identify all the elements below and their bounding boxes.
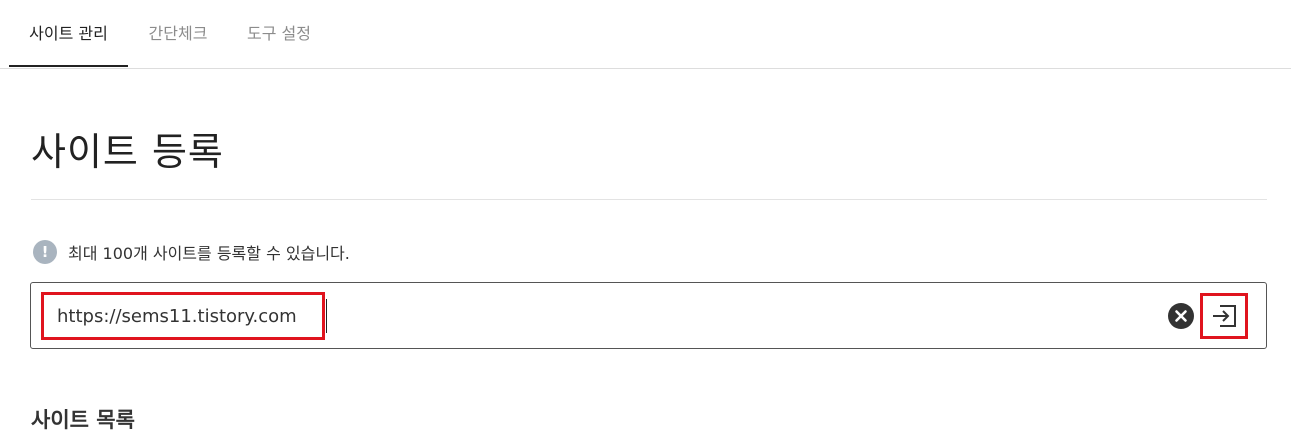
tab-quick-check[interactable]: 간단체크 — [134, 0, 222, 67]
site-url-input[interactable] — [57, 295, 319, 337]
tab-label: 사이트 관리 — [29, 24, 108, 43]
title-divider — [31, 199, 1267, 200]
site-list-title: 사이트 목록 — [31, 408, 135, 432]
tab-tool-settings[interactable]: 도구 설정 — [232, 0, 326, 67]
notice: ! 최대 100개 사이트를 등록할 수 있습니다. — [33, 240, 350, 264]
text-caret — [326, 299, 327, 333]
site-url-field — [30, 282, 1267, 349]
notice-text: 최대 100개 사이트를 등록할 수 있습니다. — [68, 244, 350, 263]
login-arrow-icon — [1213, 305, 1236, 327]
page-title: 사이트 등록 — [31, 130, 224, 174]
register-site-button[interactable] — [1210, 303, 1238, 329]
active-tab-indicator — [9, 65, 128, 67]
tab-site-management[interactable]: 사이트 관리 — [9, 0, 128, 67]
tab-label: 간단체크 — [148, 24, 208, 43]
clear-input-button[interactable] — [1168, 303, 1194, 329]
tab-bar: 사이트 관리 간단체크 도구 설정 — [0, 0, 1291, 69]
tab-label: 도구 설정 — [247, 24, 311, 43]
exclamation-icon: ! — [33, 240, 57, 264]
close-circle-icon — [1175, 310, 1187, 322]
